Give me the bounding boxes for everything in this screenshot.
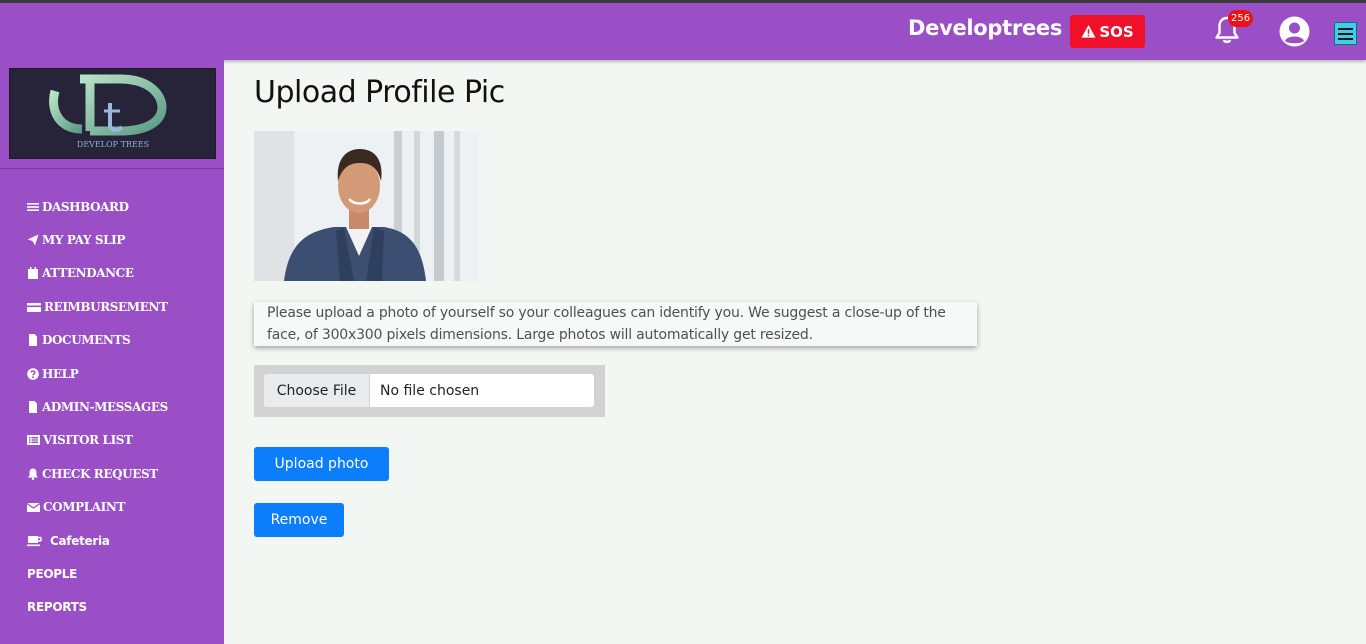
sidebar-item-check-request[interactable]: CHECK REQUEST <box>27 457 168 490</box>
sidebar-item-admin-messages[interactable]: ADMIN-MESSAGES <box>27 390 168 423</box>
sidebar-item-label: REPORTS <box>27 600 87 615</box>
profile-photo <box>254 131 479 281</box>
file-icon <box>27 334 39 347</box>
sidebar-item-complaint[interactable]: COMPLAINT <box>27 491 168 524</box>
sidebar-item-label: DOCUMENTS <box>42 333 131 348</box>
top-navbar: Developtrees SOS 256 <box>0 0 1366 60</box>
sidebar-item-label: COMPLAINT <box>43 500 125 515</box>
sidebar-item-label: CHECK REQUEST <box>42 466 158 481</box>
paper-plane-icon <box>27 234 39 246</box>
sidebar-item-help[interactable]: HELP <box>27 357 168 390</box>
sidebar-item-reports[interactable]: REPORTS <box>27 591 168 624</box>
list-icon <box>27 434 40 446</box>
sos-label: SOS <box>1099 22 1134 41</box>
user-circle-icon <box>1279 16 1310 47</box>
question-circle-icon <box>27 367 39 380</box>
sidebar-item-label: VISITOR LIST <box>43 433 133 448</box>
sidebar-item-reimbursement[interactable]: REIMBURSEMENT <box>27 290 168 323</box>
divider <box>0 168 224 169</box>
warning-icon <box>1081 24 1096 38</box>
remove-photo-button[interactable]: Remove <box>254 503 344 537</box>
upload-instructions: Please upload a photo of yourself so you… <box>254 302 977 346</box>
bars-icon <box>27 201 39 213</box>
menu-bar <box>1338 37 1353 40</box>
company-logo: DEVELOP TREES <box>9 68 216 159</box>
menu-bar <box>1338 32 1353 35</box>
profile-photo-image <box>254 131 479 281</box>
file-input[interactable]: Choose File No file chosen <box>264 374 594 407</box>
sidebar: DEVELOP TREES DASHBOARD MY PAY SLIP ATTE… <box>0 60 224 644</box>
sos-button[interactable]: SOS <box>1070 15 1145 48</box>
sidebar-item-label: MY PAY SLIP <box>42 233 125 248</box>
sidebar-item-label: HELP <box>42 366 79 381</box>
bell-icon <box>27 468 39 480</box>
sidebar-item-documents[interactable]: DOCUMENTS <box>27 324 168 357</box>
calendar-icon <box>27 267 39 280</box>
sidebar-item-label: ATTENDANCE <box>42 266 134 281</box>
hamburger-menu-button[interactable] <box>1334 22 1357 45</box>
sidebar-item-label: REIMBURSEMENT <box>44 299 168 314</box>
page-title: Upload Profile Pic <box>254 75 505 110</box>
menu-bar <box>1338 27 1353 30</box>
sidebar-item-label: DASHBOARD <box>42 199 129 214</box>
sidebar-item-label: PEOPLE <box>27 566 78 581</box>
upload-photo-button[interactable]: Upload photo <box>254 447 389 481</box>
sidebar-item-label: ADMIN-MESSAGES <box>42 400 168 415</box>
sidebar-item-cafeteria[interactable]: Cafeteria <box>27 524 168 557</box>
envelope-icon <box>27 501 40 513</box>
logo-text: DEVELOP TREES <box>77 140 149 149</box>
sidebar-item-visitor-list[interactable]: VISITOR LIST <box>27 424 168 457</box>
choose-file-button[interactable]: Choose File <box>264 374 370 407</box>
sidebar-item-people[interactable]: PEOPLE <box>27 557 168 590</box>
coffee-icon <box>27 535 42 547</box>
develop-trees-logo-icon: DEVELOP TREES <box>49 74 167 149</box>
notification-count-badge: 256 <box>1228 10 1254 27</box>
file-status-text: No file chosen <box>380 382 480 399</box>
sidebar-item-my-pay-slip[interactable]: MY PAY SLIP <box>27 223 168 256</box>
file-icon <box>27 401 39 414</box>
sidebar-item-attendance[interactable]: ATTENDANCE <box>27 257 168 290</box>
file-input-container: Choose File No file chosen <box>254 365 605 417</box>
sidebar-nav: DASHBOARD MY PAY SLIP ATTENDANCE REIMBUR… <box>27 190 168 624</box>
brand-title: Developtrees <box>908 16 1063 40</box>
sidebar-item-label: Cafeteria <box>50 533 110 548</box>
user-profile-button[interactable] <box>1279 16 1310 47</box>
credit-card-icon <box>27 301 41 313</box>
sidebar-item-dashboard[interactable]: DASHBOARD <box>27 190 168 223</box>
